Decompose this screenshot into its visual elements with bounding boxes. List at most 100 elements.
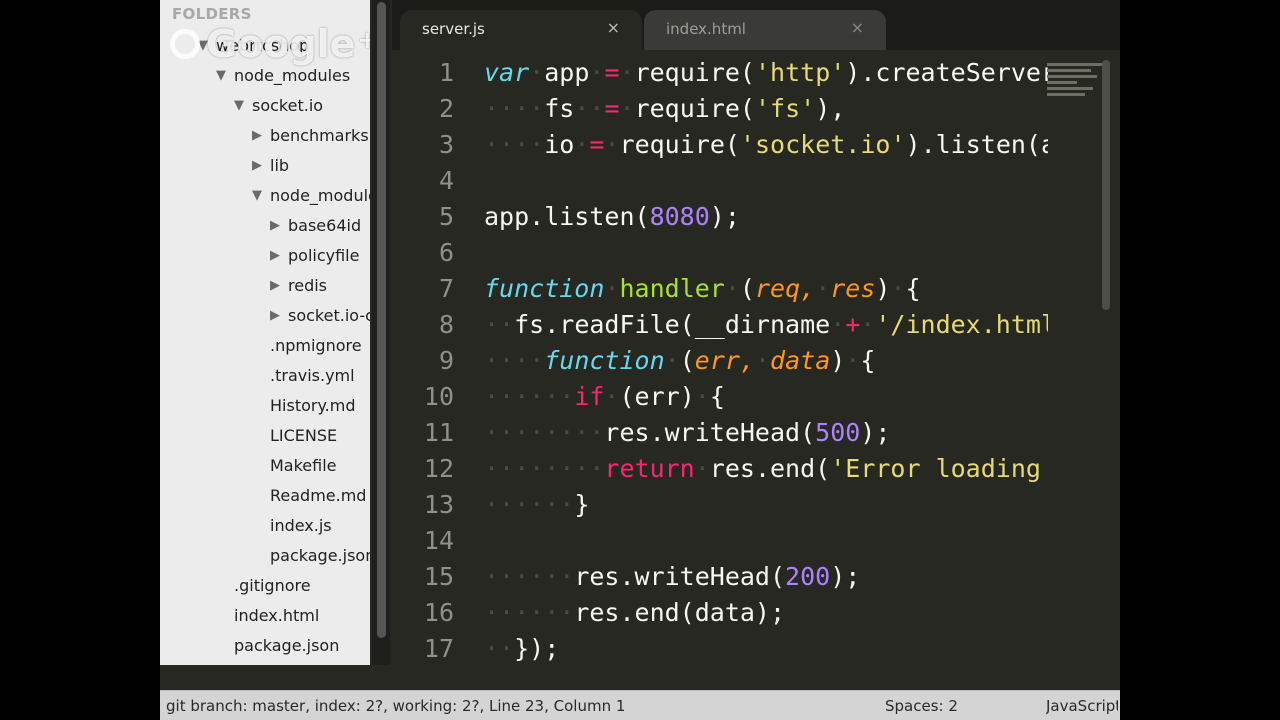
code-line[interactable]: ··fs.readFile(__dirname·+·'/index.html',	[484, 310, 1048, 339]
editor-vertical-scrollbar[interactable]	[1100, 60, 1112, 320]
disclosure-collapsed-icon[interactable]: ▶	[270, 278, 288, 293]
tree-item[interactable]: History.md	[252, 390, 355, 420]
code-token: return	[604, 454, 695, 483]
tree-item[interactable]: .gitignore	[216, 570, 311, 600]
tree-item[interactable]: Readme.md	[252, 480, 366, 510]
code-line[interactable]: ····io·=·require('socket.io').listen(app…	[484, 130, 1048, 159]
code-line[interactable]: ····function·(err,·data)·{	[484, 346, 1048, 375]
code-token: ······	[484, 562, 575, 591]
tree-item-label: Makefile	[270, 455, 337, 475]
sidebar-scrollbar[interactable]	[372, 0, 390, 665]
code-token: 'Error loading index.html'	[830, 454, 1041, 483]
google-plus-sign: +	[357, 26, 370, 54]
code-token: '/index.html',	[875, 310, 1048, 339]
disclosure-expanded-icon[interactable]: ▼	[216, 68, 234, 83]
code-line[interactable]: ········return·res.end('Error loading in…	[484, 454, 1048, 483]
code-token: res.writeHead(	[604, 418, 816, 447]
code-line[interactable]: app.listen(8080);	[484, 202, 1048, 231]
disclosure-collapsed-icon[interactable]: ▶	[270, 218, 288, 233]
tree-item[interactable]: .npmignore	[252, 330, 362, 360]
tab-close-icon[interactable]: ×	[851, 18, 864, 37]
tab-close-icon[interactable]: ×	[607, 18, 620, 37]
tree-item[interactable]: ▶ redis	[270, 270, 327, 300]
tree-item[interactable]: index.js	[252, 510, 332, 540]
line-number: 9	[438, 346, 454, 375]
disclosure-expanded-icon[interactable]: ▼	[234, 98, 252, 113]
tree-item[interactable]: ▶ base64id	[270, 210, 361, 240]
tree-item[interactable]: ▼ webrtcshop	[198, 30, 309, 60]
code-line[interactable]: function·handler·(req,·res)·{	[484, 274, 1048, 303]
code-token: require(	[634, 58, 755, 87]
disclosure-collapsed-icon[interactable]: ▶	[252, 128, 270, 143]
code-token: (err)	[619, 382, 695, 411]
tree-item[interactable]: .travis.yml	[252, 360, 355, 390]
editor-scrollbar-thumb[interactable]	[1102, 60, 1110, 310]
tree-item[interactable]: ▶ policyfile	[270, 240, 359, 270]
code-token: ·	[604, 382, 620, 411]
tree-item[interactable]: LICENSE	[252, 420, 337, 450]
code-token: 'socket.io'	[739, 130, 906, 159]
tree-item-label: package.json	[234, 635, 340, 655]
code-line[interactable]: ··});	[484, 634, 1048, 663]
line-number: 17	[423, 634, 454, 663]
tree-item[interactable]: ▼ socket.io	[234, 90, 323, 120]
code-line[interactable]: ······}	[484, 490, 1048, 519]
tab-server-js[interactable]: server.js ×	[400, 10, 642, 50]
tree-item[interactable]: package.json	[252, 540, 370, 570]
minimap[interactable]	[1047, 60, 1105, 120]
code-token: ·	[664, 346, 680, 375]
tree-item[interactable]: ▶ benchmarks	[252, 120, 369, 150]
code-token: =	[604, 94, 620, 123]
code-token: ·	[724, 274, 740, 303]
code-token: ·	[860, 310, 876, 339]
code-token: function	[544, 346, 665, 375]
code-token: )	[875, 274, 891, 303]
code-token: req,	[754, 274, 816, 303]
code-token: io	[544, 130, 575, 159]
disclosure-expanded-icon[interactable]: ▼	[252, 188, 270, 203]
code-line[interactable]: ······res.writeHead(200);	[484, 562, 1048, 591]
disclosure-collapsed-icon[interactable]: ▶	[252, 158, 270, 173]
code-line[interactable]: ······if·(err)·{	[484, 382, 1048, 411]
line-number: 16	[423, 598, 454, 627]
tree-item[interactable]: ▶socket.io-client	[270, 300, 370, 330]
code-line[interactable]: ········res.writeHead(500);	[484, 418, 1048, 447]
code-token: ·	[754, 346, 771, 375]
tree-item[interactable]: ▶ lib	[252, 150, 289, 180]
code-line[interactable]: ····fs··=·require('fs'),	[484, 94, 1048, 123]
tree-item[interactable]: ▼node_modules	[252, 180, 370, 210]
code-line[interactable]: var·app·=·require('http').createServer(h…	[484, 58, 1048, 87]
code-token: ······	[484, 490, 575, 519]
indentation-setting[interactable]: Spaces: 2	[885, 697, 958, 715]
code-token: ·	[830, 310, 846, 339]
disclosure-expanded-icon[interactable]: ▼	[198, 38, 216, 53]
line-number: 15	[423, 562, 454, 591]
code-token: {	[860, 346, 876, 375]
disclosure-collapsed-icon[interactable]: ▶	[270, 308, 288, 323]
sidebar-scrollbar-thumb[interactable]	[377, 2, 386, 638]
tree-item[interactable]: Makefile	[252, 450, 337, 480]
git-status-text: git branch: master, index: 2?, working: …	[166, 697, 626, 715]
disclosure-collapsed-icon[interactable]: ▶	[270, 248, 288, 263]
line-number: 7	[438, 274, 454, 303]
code-token: );	[860, 418, 891, 447]
tree-item-label: History.md	[270, 395, 356, 415]
tab-index-html[interactable]: index.html ×	[644, 10, 886, 50]
code-token: 8080	[649, 202, 710, 231]
code-token: );	[709, 202, 740, 231]
tree-item[interactable]: package.json	[216, 630, 339, 660]
code-token: fs.readFile(__dirname	[514, 310, 831, 339]
tree-item[interactable]: index.html	[216, 600, 319, 630]
tree-item[interactable]: ▼node_modules	[216, 60, 350, 90]
code-token: res.end(data);	[574, 598, 786, 627]
code-token: ).createServer(handler),	[845, 58, 1048, 87]
code-token: ·	[694, 454, 710, 483]
code-line[interactable]: ······res.end(data);	[484, 598, 1048, 627]
code-token: res	[830, 274, 876, 303]
code-token: =	[604, 58, 620, 87]
code-token: )	[830, 346, 846, 375]
syntax-selector[interactable]: JavaScript	[1046, 697, 1118, 715]
code-token: app	[544, 58, 590, 87]
code-editor[interactable]: 1 2 3 4 5 6 7 8 9 10 11 12 13 14 15 16 17 var·app·=·requ…	[392, 50, 1120, 665]
code-token: err,	[694, 346, 755, 375]
